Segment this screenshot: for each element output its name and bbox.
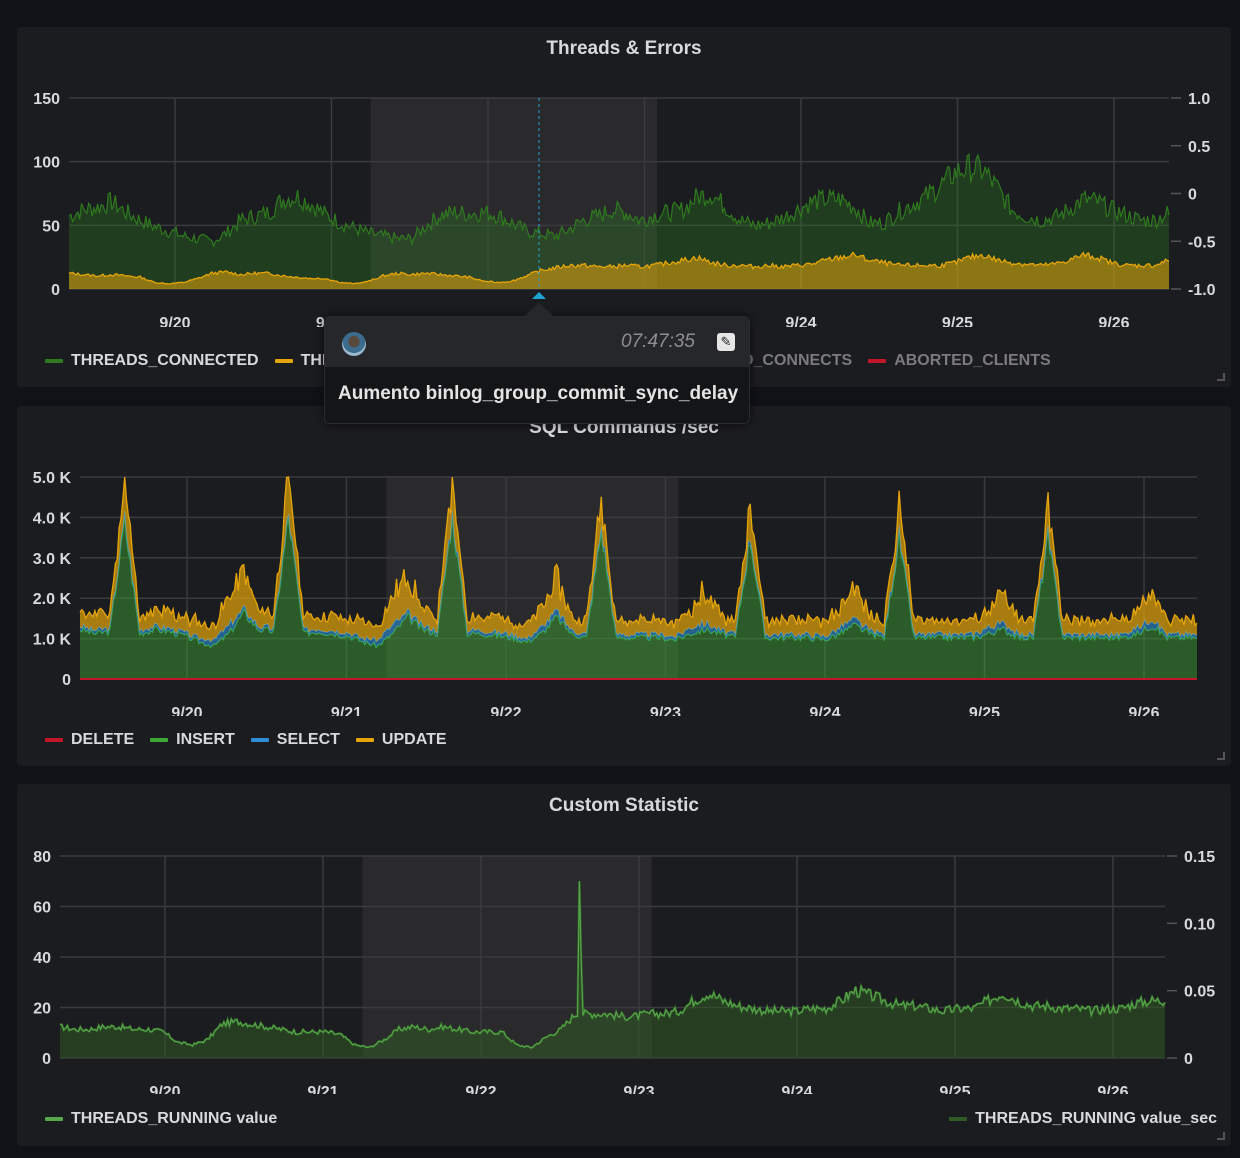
legend-item-update[interactable]: UPDATE — [355, 731, 447, 749]
legend: DELETE INSERT SELECT UPDATE — [45, 731, 447, 749]
y2-tick-label: 0.15 — [1184, 849, 1215, 866]
legend-item-threads-running-value[interactable]: THREADS_RUNNING value — [45, 1110, 277, 1128]
legend-item-delete[interactable]: DELETE — [45, 731, 134, 749]
resize-handle[interactable] — [1217, 373, 1225, 381]
tooltip-arrow — [523, 303, 555, 317]
y-tick-label: 20 — [33, 1001, 51, 1018]
x-tick-label: 9/25 — [969, 705, 1000, 716]
legend-label: SELECT — [276, 731, 340, 748]
legend-label: INSERT — [176, 731, 235, 748]
legend-label: THREADS_CONNECTED — [71, 352, 259, 369]
annotation-text: Aumento binlog_group_commit_sync_delay — [338, 383, 739, 404]
series-swatch — [868, 359, 887, 363]
series-swatch — [274, 359, 293, 363]
legend-item-threads-running-value-sec[interactable]: THREADS_RUNNING value_sec — [949, 1110, 1217, 1128]
x-tick-label: 9/21 — [331, 705, 362, 716]
legend-item-aborted-clients[interactable]: ABORTED_CLIENTS — [868, 352, 1051, 370]
y2-tick-label: 0.10 — [1184, 916, 1215, 933]
x-tick-label: 9/20 — [149, 1084, 180, 1094]
legend-label: ABORTED_CLIENTS — [894, 352, 1051, 369]
series-swatch — [45, 738, 63, 742]
legend-right: THREADS_RUNNING value_sec — [949, 1110, 1217, 1128]
x-tick-label: 9/20 — [171, 705, 202, 716]
x-tick-label: 9/26 — [1098, 315, 1129, 327]
y-tick-label: 40 — [33, 950, 51, 967]
y-tick-label: 60 — [33, 900, 51, 917]
y2-tick-label: 1.0 — [1188, 91, 1210, 108]
y-tick-label: 50 — [42, 218, 60, 235]
series-swatch — [150, 738, 169, 742]
y-tick-label: 2.0 K — [33, 591, 72, 608]
x-tick-label: 9/23 — [650, 705, 681, 716]
annotation-marker — [532, 292, 546, 299]
x-tick-label: 9/25 — [939, 1084, 970, 1094]
x-tick-label: 9/22 — [465, 1084, 496, 1094]
legend-item-select[interactable]: SELECT — [250, 731, 340, 749]
resize-handle[interactable] — [1217, 752, 1225, 760]
panel-sql-commands: SQL Commands /sec 0 1.0 K 2.0 K 3.0 K 4.0 K5… — [17, 406, 1231, 766]
x-tick-label: 9/25 — [942, 315, 973, 327]
pencil-icon[interactable]: ✎ — [717, 333, 735, 351]
custom-statistic-chart[interactable]: 0 20 40 60 80 9/20 9/21 9/22 9/23 9/24 9/25 9/26 0 0.… — [17, 784, 1231, 1094]
tooltip-header: 07:47:35 ✎ — [325, 317, 749, 367]
y-tick-label: 0 — [42, 1051, 51, 1068]
x-tick-label: 9/24 — [781, 1084, 812, 1094]
y-tick-label: 4.0 K — [33, 510, 72, 527]
legend-label: UPDATE — [381, 731, 447, 748]
x-tick-label: 9/23 — [623, 1084, 654, 1094]
legend-label: THREADS_RUNNING value_sec — [975, 1110, 1217, 1127]
x-tick-label: 9/22 — [490, 705, 521, 716]
legend-item-threads-connected[interactable]: THREADS_CONNECTED — [45, 352, 259, 370]
resize-handle[interactable] — [1217, 1132, 1225, 1140]
y2-tick-label: 0.5 — [1188, 139, 1210, 156]
x-tick-label: 9/20 — [159, 315, 190, 327]
series-swatch — [355, 738, 374, 742]
y-tick-label: 150 — [33, 91, 60, 108]
annotation-time: 07:47:35 — [621, 331, 695, 352]
x-tick-label: 9/26 — [1097, 1084, 1128, 1094]
y-tick-label: 80 — [33, 849, 51, 866]
threads-errors-chart[interactable]: 0501001509/209/219/229/239/249/259/26-1.… — [17, 27, 1231, 327]
y-tick-label: 0 — [51, 282, 60, 299]
y2-tick-label: -1.0 — [1188, 282, 1216, 299]
sql-commands-chart[interactable]: 0 1.0 K 2.0 K 3.0 K 4.0 K 5.0 K 9/20 9/21 9/22 9/… — [17, 406, 1231, 716]
y-tick-label: 0 — [62, 672, 71, 689]
series-swatch — [250, 738, 269, 742]
y2-tick-label: 0.05 — [1184, 984, 1215, 1001]
x-tick-label: 9/21 — [307, 1084, 338, 1094]
y-tick-label: 100 — [33, 155, 60, 172]
panel-custom-statistic: Custom Statistic 0 20 40 60 80 9/20 9/21 9/22 9/… — [17, 784, 1231, 1146]
series-swatch — [949, 1117, 968, 1121]
x-tick-label: 9/24 — [809, 705, 840, 716]
legend-label: THREADS_RUNNING value — [71, 1110, 278, 1127]
legend-label: DELETE — [71, 731, 135, 748]
x-tick-label: 9/26 — [1128, 705, 1159, 716]
user-avatar — [342, 332, 366, 356]
y2-tick-label: 0 — [1184, 1051, 1193, 1068]
y-tick-label: 3.0 K — [33, 551, 72, 568]
legend-left: THREADS_RUNNING value — [45, 1110, 277, 1128]
y-tick-label: 5.0 K — [33, 470, 72, 487]
series-swatch — [45, 1117, 63, 1121]
legend-item-insert[interactable]: INSERT — [150, 731, 235, 749]
y-tick-label: 1.0 K — [33, 632, 72, 649]
series-swatch — [45, 359, 63, 363]
annotation-tooltip: 07:47:35 ✎ Aumento binlog_group_commit_s… — [324, 303, 750, 424]
y2-tick-label: -0.5 — [1188, 234, 1216, 251]
y2-tick-label: 0 — [1188, 187, 1197, 204]
x-tick-label: 9/24 — [785, 315, 816, 327]
